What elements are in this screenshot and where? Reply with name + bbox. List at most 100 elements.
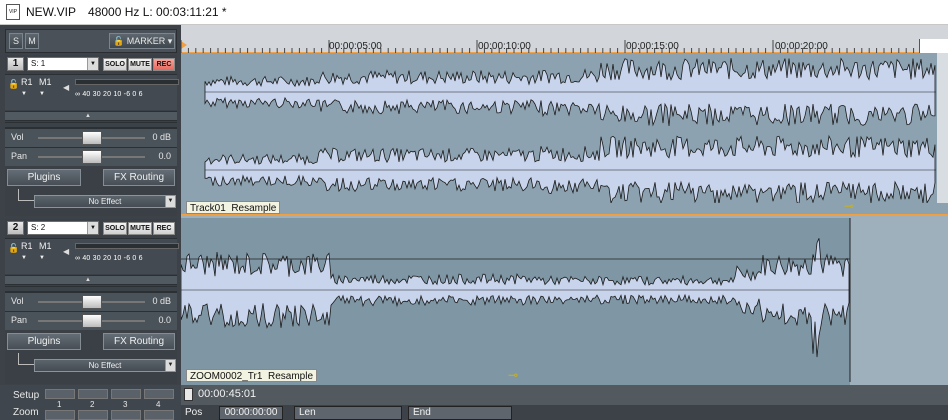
track-number[interactable]: 2 (7, 221, 24, 235)
effect-chain-line (18, 200, 34, 201)
collapse-up-icon: ▲ (85, 277, 91, 283)
routing-m-select[interactable]: M1 ▼ (39, 241, 52, 261)
lock-icon[interactable]: 🔓 (8, 243, 19, 254)
collapse-separator[interactable]: ▲ (5, 275, 177, 285)
chevron-down-icon: ▼ (21, 91, 27, 97)
lock-icon[interactable]: 🔓 (8, 79, 19, 90)
lane-edge (937, 53, 948, 203)
volume-label: Vol (11, 296, 24, 306)
pan-label: Pan (11, 151, 28, 161)
pan-value: 0.0 (158, 315, 171, 325)
solo-button[interactable]: SOLO (103, 222, 127, 235)
speaker-icon: ◀ (63, 247, 70, 256)
track-number[interactable]: 1 (7, 57, 24, 71)
volume-slider-knob[interactable] (82, 295, 102, 309)
setup-slot-3[interactable] (111, 389, 141, 399)
setup-slot-1[interactable] (45, 389, 75, 399)
time-readout: 00:00:45:01 (198, 388, 257, 400)
zoom-preset-3[interactable]: 3 (123, 400, 127, 409)
playhead-marker-icon (181, 41, 187, 49)
track-lane-1[interactable]: Track01 Resample ⊸ (181, 53, 948, 216)
clip-label[interactable]: ZOOM0002_Tr1 Resample (186, 369, 318, 382)
fx-routing-button[interactable]: FX Routing (103, 169, 175, 186)
pan-label: Pan (11, 315, 28, 325)
pan-value: 0.0 (158, 151, 171, 161)
effect-select[interactable]: No Effect ▼ (34, 195, 176, 208)
setup-slot-4[interactable] (144, 389, 174, 399)
input-select-value: S: 2 (31, 223, 46, 232)
key-icon: ⊸ (508, 368, 519, 382)
chevron-down-icon: ▼ (165, 360, 175, 371)
marker-label: MARKER (126, 36, 166, 46)
routing-m-label: M1 (39, 241, 52, 251)
timeline-ruler[interactable]: 00:00:05:00 00:00:10:00 00:00:15:00 00:0… (181, 25, 948, 53)
meter-scale: ∞ 40 30 20 10 -6 0 6 (75, 255, 143, 262)
zoom-preset-4[interactable]: 4 (156, 400, 160, 409)
end-field[interactable]: End (408, 406, 512, 420)
effect-select[interactable]: No Effect ▼ (34, 359, 176, 372)
zoom-preset-2[interactable]: 2 (90, 400, 94, 409)
scroll-thumb[interactable] (184, 388, 193, 401)
chevron-down-icon: ▼ (39, 255, 45, 261)
collapse-separator[interactable]: ▲ (5, 111, 177, 121)
zoom-label: Zoom (13, 407, 39, 418)
routing-m-label: M1 (39, 77, 52, 87)
zoom-slot-2[interactable] (78, 410, 108, 420)
chevron-down-icon: ▼ (39, 91, 45, 97)
pos-field[interactable]: 00:00:00:00 (219, 406, 283, 420)
effect-select-value: No Effect (88, 361, 122, 370)
setup-slot-2[interactable] (78, 389, 108, 399)
plugins-button[interactable]: Plugins (7, 169, 81, 186)
plugins-button[interactable]: Plugins (7, 333, 81, 350)
clip-name: Track01 (190, 203, 226, 214)
ruler-tick-label: 00:00:15:00 (626, 41, 679, 52)
record-button[interactable]: REC (153, 58, 175, 71)
ruler-tick-label: 00:00:10:00 (478, 41, 531, 52)
track-header-panel: S M 🔓 MARKER ▾ 1 S: 1 ▼ SOLO MUTE REC 🔓 … (0, 25, 181, 420)
timeline-scrollbar[interactable]: 00:00:45:01 (181, 385, 948, 405)
pan-slider-knob[interactable] (82, 314, 102, 328)
routing-r-label: R1 (21, 241, 33, 251)
volume-slider-knob[interactable] (82, 131, 102, 145)
routing-row: 🔓 R1 ▼ M1 ▼ ◀ ∞ 40 30 20 10 -6 0 6 (5, 74, 179, 110)
routing-m-select[interactable]: M1 ▼ (39, 77, 52, 97)
clip-name: ZOOM0002_Tr1 (190, 371, 263, 382)
pos-label: Pos (185, 407, 203, 418)
clip-label[interactable]: Track01 Resample (186, 201, 281, 214)
chevron-down-icon: ▼ (87, 222, 98, 234)
solo-button[interactable]: SOLO (103, 58, 127, 71)
record-button[interactable]: REC (153, 222, 175, 235)
len-label: Len (299, 407, 316, 418)
waveform-track-1 (204, 57, 936, 203)
mute-all-button[interactable]: M (25, 33, 39, 49)
zoom-preset-1[interactable]: 1 (57, 400, 61, 409)
chevron-down-icon: ▼ (21, 255, 27, 261)
input-select[interactable]: S: 2 ▼ (27, 221, 99, 235)
input-select-value: S: 1 (31, 59, 46, 68)
routing-r-select[interactable]: R1 ▼ (21, 77, 33, 97)
input-select[interactable]: S: 1 ▼ (27, 57, 99, 71)
track-header-1: 1 S: 1 ▼ SOLO MUTE REC 🔓 R1 ▼ M1 ▼ ◀ ∞ 40 … (5, 55, 179, 216)
pan-slider-knob[interactable] (82, 150, 102, 164)
marker-button[interactable]: 🔓 MARKER ▾ (109, 33, 175, 49)
zoom-slot-1[interactable] (45, 410, 75, 420)
track-lane-2[interactable]: ZOOM0002_Tr1 Resample ⊸ (181, 218, 948, 385)
volume-value: 0 dB (152, 132, 171, 142)
project-filename: NEW.VIP (26, 5, 77, 19)
ruler-ticks (181, 40, 915, 53)
routing-r-select[interactable]: R1 ▼ (21, 241, 33, 261)
pan-row: Pan 0.0 (5, 311, 177, 330)
document-icon: VIP (6, 4, 20, 20)
global-header: S M 🔓 MARKER ▾ (5, 29, 177, 53)
len-field[interactable]: Len (294, 406, 402, 420)
zoom-slot-4[interactable] (144, 410, 174, 420)
solo-all-button[interactable]: S (9, 33, 23, 49)
project-info: 48000 Hz L: 00:03:11:21 * (88, 5, 227, 19)
chevron-down-icon: ▼ (165, 196, 175, 207)
track-header-2: 2 S: 2 ▼ SOLO MUTE REC 🔓 R1 ▼ M1 ▼ ◀ ∞ 40 … (5, 219, 179, 384)
mute-button[interactable]: MUTE (128, 58, 152, 71)
fx-routing-button[interactable]: FX Routing (103, 333, 175, 350)
mute-button[interactable]: MUTE (128, 222, 152, 235)
zoom-slot-3[interactable] (111, 410, 141, 420)
ruler-tick-label: 00:00:20:00 (775, 41, 828, 52)
